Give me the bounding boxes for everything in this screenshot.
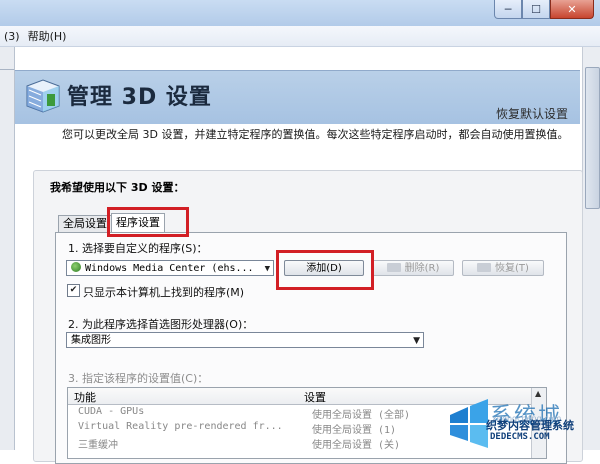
3d-settings-icon bbox=[26, 79, 60, 113]
column-header-setting[interactable]: 设置 bbox=[304, 389, 326, 405]
close-button[interactable]: ✕ bbox=[550, 0, 594, 19]
remove-icon bbox=[386, 263, 401, 272]
page-title: 管理 3D 设置 bbox=[67, 85, 212, 110]
highlight-add-button bbox=[276, 250, 374, 290]
feature-cell: 三重缓冲 bbox=[78, 440, 118, 451]
tab-global-settings[interactable]: 全局设置 bbox=[58, 215, 112, 232]
step1-label: 1. 选择要自定义的程序(S)： bbox=[68, 242, 208, 255]
restore-defaults-link[interactable]: 恢复默认设置 bbox=[496, 105, 568, 122]
program-select[interactable]: Windows Media Center (ehs... ▼ bbox=[66, 260, 274, 276]
feature-cell: Virtual Reality pre-rendered fr... bbox=[78, 421, 283, 432]
setting-cell: 使用全局设置 (1) bbox=[312, 425, 397, 436]
program-select-value: Windows Media Center (ehs... bbox=[85, 263, 254, 274]
watermark-text: 织梦内容管理系统 bbox=[486, 419, 574, 432]
scrollbar-thumb[interactable] bbox=[585, 67, 600, 209]
title-bar: ─ ☐ ✕ bbox=[0, 0, 600, 26]
program-icon bbox=[71, 262, 81, 272]
window-controls: ─ ☐ ✕ bbox=[494, 0, 594, 19]
gpu-select[interactable]: 集成图形 ▼ bbox=[66, 332, 424, 348]
remove-program-button[interactable]: 删除(R) bbox=[372, 260, 454, 276]
show-only-found-label: 只显示本计算机上找到的程序(M) bbox=[83, 286, 245, 299]
gpu-select-value: 集成图形 bbox=[71, 335, 111, 346]
page-header: 管理 3D 设置 恢复默认设置 bbox=[15, 70, 580, 124]
setting-cell: 使用全局设置 (全部) bbox=[312, 410, 411, 421]
left-navigation-pane bbox=[0, 47, 15, 450]
show-only-found-checkbox[interactable]: ✔ bbox=[67, 284, 80, 297]
maximize-button[interactable]: ☐ bbox=[522, 0, 550, 19]
feature-cell: CUDA - GPUs bbox=[78, 406, 145, 417]
dropdown-arrow-icon: ▼ bbox=[413, 336, 420, 346]
watermark-domain: DEDECMS.COM bbox=[490, 432, 550, 442]
vertical-scrollbar[interactable] bbox=[582, 47, 600, 450]
step3-label: 3. 指定该程序的设置值(C)： bbox=[68, 372, 209, 385]
page-description: 您可以更改全局 3D 设置，并建立特定程序的置换值。每次这些特定程序启动时，都会… bbox=[62, 128, 569, 141]
highlight-program-tab bbox=[107, 207, 189, 237]
section-title: 我希望使用以下 3D 设置： bbox=[50, 181, 185, 194]
column-header-feature[interactable]: 功能 bbox=[74, 389, 96, 405]
restore-icon bbox=[477, 263, 492, 272]
restore-button-label: 恢复(T) bbox=[495, 263, 529, 274]
menu-bar: (3) 帮助(H) bbox=[0, 26, 600, 47]
remove-button-label: 删除(R) bbox=[404, 263, 440, 274]
restore-program-button[interactable]: 恢复(T) bbox=[462, 260, 544, 276]
menu-item-partial[interactable]: (3) bbox=[0, 30, 24, 43]
dropdown-arrow-icon: ▼ bbox=[264, 264, 270, 274]
minimize-button[interactable]: ─ bbox=[494, 0, 522, 19]
menu-item-help[interactable]: 帮助(H) bbox=[24, 28, 71, 44]
step2-label: 2. 为此程序选择首选图形处理器(O)： bbox=[68, 318, 254, 331]
divider bbox=[0, 69, 14, 70]
setting-cell: 使用全局设置 (关) bbox=[312, 440, 401, 451]
